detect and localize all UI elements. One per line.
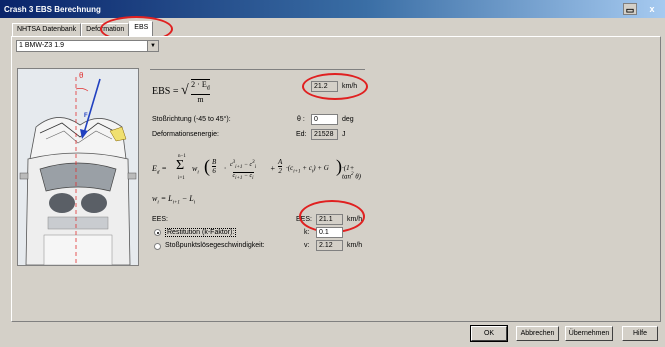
ebs-formula: EBS = √ 2 · Ed m bbox=[152, 79, 210, 104]
car-top-view-image bbox=[18, 69, 138, 266]
deformationsenergie-label: Deformationsenergie: bbox=[152, 131, 219, 138]
stosspunkt-radio[interactable] bbox=[154, 243, 161, 250]
energy-formula: Ed = n−1 Σ i=1 wi ( B6 · c3i+1 − c3i ci+1… bbox=[152, 154, 361, 182]
deformationsenergie-value: 21528 bbox=[311, 129, 338, 140]
restitution-input[interactable] bbox=[316, 227, 343, 238]
close-button[interactable]: x bbox=[645, 3, 659, 15]
ok-button[interactable]: OK bbox=[470, 325, 508, 342]
vehicle-select-value: 1 BMW-Z3 1.9 bbox=[19, 42, 64, 49]
width-formula: wi = Li+1 − Li bbox=[152, 194, 196, 206]
separator-line bbox=[150, 69, 365, 70]
vehicle-select[interactable]: 1 BMW-Z3 1.9 ▼ bbox=[16, 40, 159, 52]
stosspunkt-label[interactable]: Stoßpunktslösegeschwindigkeit: bbox=[165, 242, 265, 249]
title-bar: Crash 3 EBS Berechnung ▭ x bbox=[0, 0, 665, 18]
tab-nhtsa-datenbank[interactable]: NHTSA Datenbank bbox=[12, 23, 82, 36]
stosspunkt-value: 2.12 bbox=[316, 240, 343, 251]
stossrichtung-unit: deg bbox=[342, 116, 354, 123]
ebs-fraction-denominator: m bbox=[197, 94, 204, 104]
ebs-window: Crash 3 EBS Berechnung ▭ x NHTSA Datenba… bbox=[0, 0, 665, 347]
window-title: Crash 3 EBS Berechnung bbox=[4, 4, 101, 14]
ed-symbol: Ed: bbox=[296, 131, 307, 138]
angle-label: θ bbox=[79, 71, 84, 80]
stosspunkt-unit: km/h bbox=[347, 242, 363, 249]
restitution-radio[interactable] bbox=[154, 229, 161, 236]
restitution-label[interactable]: Restitution (k-Faktor): bbox=[165, 228, 237, 237]
sum-lower-limit: i=1 bbox=[178, 176, 185, 181]
ebs-highlight-circle bbox=[302, 73, 368, 100]
ebs-formula-lhs: EBS bbox=[152, 86, 171, 98]
deformationsenergie-unit: J bbox=[342, 131, 346, 138]
stossrichtung-label: Stoßrichtung (-45 to 45°): bbox=[152, 116, 231, 123]
ebs-fraction-numerator: 2 · E bbox=[191, 80, 207, 89]
ebs-fraction-numerator-sub: d bbox=[206, 85, 210, 92]
car-diagram: θ F bbox=[17, 68, 139, 266]
uebernehmen-button[interactable]: Übernehmen bbox=[565, 326, 613, 341]
ees-label: EES: bbox=[152, 216, 168, 223]
theta-symbol: θ : bbox=[297, 116, 305, 123]
stossrichtung-input[interactable] bbox=[311, 114, 338, 125]
v-symbol: v: bbox=[304, 242, 310, 249]
hilfe-button[interactable]: Hilfe bbox=[622, 326, 658, 341]
restore-icon[interactable]: ▭ bbox=[623, 3, 637, 15]
abbrechen-button[interactable]: Abbrechen bbox=[516, 326, 559, 341]
k-symbol: k: bbox=[304, 229, 310, 236]
force-label: F bbox=[84, 113, 88, 119]
chevron-down-icon[interactable]: ▼ bbox=[147, 41, 158, 51]
